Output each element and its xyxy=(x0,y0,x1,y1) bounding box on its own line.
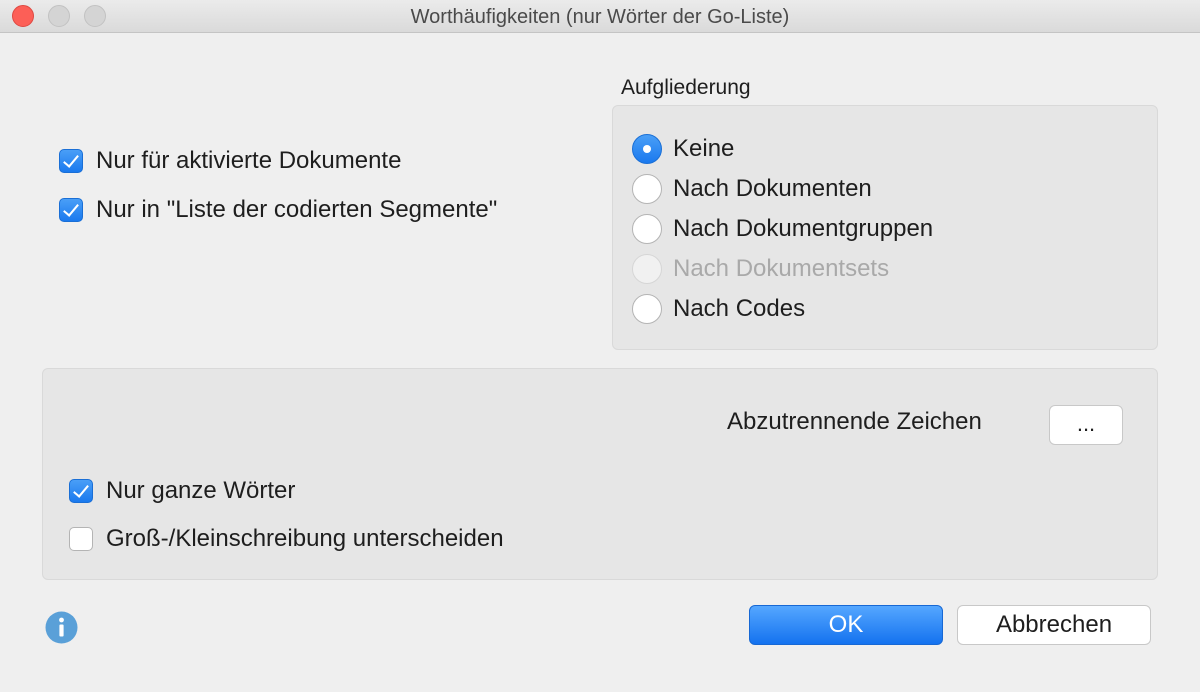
separator-characters-label: Abzutrennende Zeichen xyxy=(727,408,982,435)
activated-documents-label: Nur für aktivierte Dokumente xyxy=(96,147,402,174)
radio-button-document-groups[interactable] xyxy=(632,214,662,244)
separator-characters-button[interactable]: ... xyxy=(1049,405,1123,445)
radio-option-document-sets: Nach Dokumentsets xyxy=(632,253,889,285)
radio-button-documents[interactable] xyxy=(632,174,662,204)
ok-button[interactable]: OK xyxy=(749,605,943,645)
radio-button-document-sets xyxy=(632,254,662,284)
window-title: Worthäufigkeiten (nur Wörter der Go-List… xyxy=(410,6,790,28)
radio-option-none[interactable]: Keine xyxy=(632,133,734,165)
radio-label-document-sets: Nach Dokumentsets xyxy=(673,255,890,282)
radio-label-none: Keine xyxy=(673,135,735,162)
case-sensitive-checkbox-row[interactable]: Groß-/Kleinschreibung unterscheiden xyxy=(69,523,504,555)
radio-button-codes[interactable] xyxy=(632,294,662,324)
radio-label-codes: Nach Codes xyxy=(673,295,806,322)
title-bar: Worthäufigkeiten (nur Wörter der Go-List… xyxy=(0,0,1200,33)
cancel-button[interactable]: Abbrechen xyxy=(957,605,1151,645)
activated-documents-checkbox-row[interactable]: Nur für aktivierte Dokumente xyxy=(59,145,401,177)
whole-words-checkbox[interactable] xyxy=(69,479,93,503)
radio-option-codes[interactable]: Nach Codes xyxy=(632,293,805,325)
dialog-window: Worthäufigkeiten (nur Wörter der Go-List… xyxy=(0,0,1200,692)
coded-segments-checkbox-row[interactable]: Nur in "Liste der codierten Segmente" xyxy=(59,194,497,226)
case-sensitive-checkbox[interactable] xyxy=(69,527,93,551)
radio-label-document-groups: Nach Dokumentgruppen xyxy=(673,215,934,242)
whole-words-label: Nur ganze Wörter xyxy=(106,477,296,504)
case-sensitive-label: Groß-/Kleinschreibung unterscheiden xyxy=(106,525,504,552)
activated-documents-checkbox[interactable] xyxy=(59,149,83,173)
info-icon[interactable] xyxy=(45,611,78,644)
radio-label-documents: Nach Dokumenten xyxy=(673,175,872,202)
coded-segments-checkbox[interactable] xyxy=(59,198,83,222)
radio-option-documents[interactable]: Nach Dokumenten xyxy=(632,173,872,205)
coded-segments-label: Nur in "Liste der codierten Segmente" xyxy=(96,196,498,223)
breakdown-group-title: Aufgliederung xyxy=(621,76,751,99)
whole-words-checkbox-row[interactable]: Nur ganze Wörter xyxy=(69,475,295,507)
radio-option-document-groups[interactable]: Nach Dokumentgruppen xyxy=(632,213,933,245)
radio-button-none[interactable] xyxy=(632,134,662,164)
